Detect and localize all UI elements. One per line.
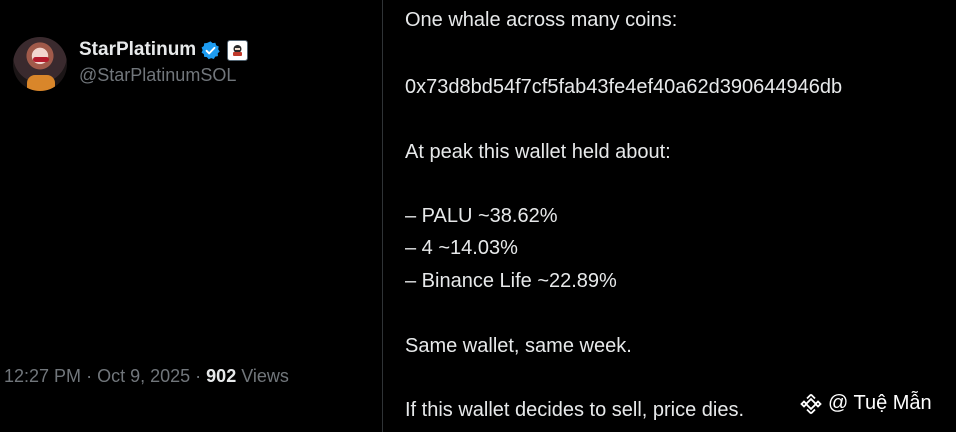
tweet-line: Same wallet, same week. xyxy=(405,335,632,357)
tweet-line: If this wallet decides to sell, price di… xyxy=(405,399,745,421)
tweet-line: – Binance Life ~22.89% xyxy=(405,270,617,292)
author-display-name[interactable]: StarPlatinum xyxy=(79,39,196,61)
binance-logo-icon xyxy=(800,393,822,415)
watermark-text: @ Tuệ Mẫn xyxy=(828,392,932,414)
avatar[interactable] xyxy=(13,37,67,91)
verified-badge-icon[interactable] xyxy=(200,40,221,61)
tweet-line: – 4 ~14.03% xyxy=(405,237,518,259)
tweet-author: StarPlatinum @StarPlatinumSOL xyxy=(13,37,249,91)
author-names: StarPlatinum @StarPlatinumSOL xyxy=(79,37,249,86)
wallet-address: 0x73d8bd54f7cf5fab43fe4ef40a62d390644946… xyxy=(405,76,843,98)
author-handle[interactable]: @StarPlatinumSOL xyxy=(79,65,248,86)
tweet-line: – PALU ~38.62% xyxy=(405,205,558,227)
affiliate-badge-icon[interactable] xyxy=(227,39,249,61)
tweet-meta: 12:27 PM · Oct 9, 2025 · 902 Views xyxy=(4,366,289,387)
tweet-line: At peak this wallet held about: xyxy=(405,141,671,163)
tweet-date[interactable]: Oct 9, 2025 xyxy=(97,366,190,386)
name-row: StarPlatinum xyxy=(79,37,249,63)
tweet-line: One whale across many coins: xyxy=(405,9,678,31)
views-label: Views xyxy=(241,366,289,386)
views-count[interactable]: 902 xyxy=(206,366,236,386)
meta-separator: · xyxy=(86,366,93,386)
meta-separator: · xyxy=(195,366,202,386)
column-divider xyxy=(382,0,383,432)
watermark: @ Tuệ Mẫn xyxy=(800,392,932,415)
tweet-time[interactable]: 12:27 PM xyxy=(4,366,81,386)
